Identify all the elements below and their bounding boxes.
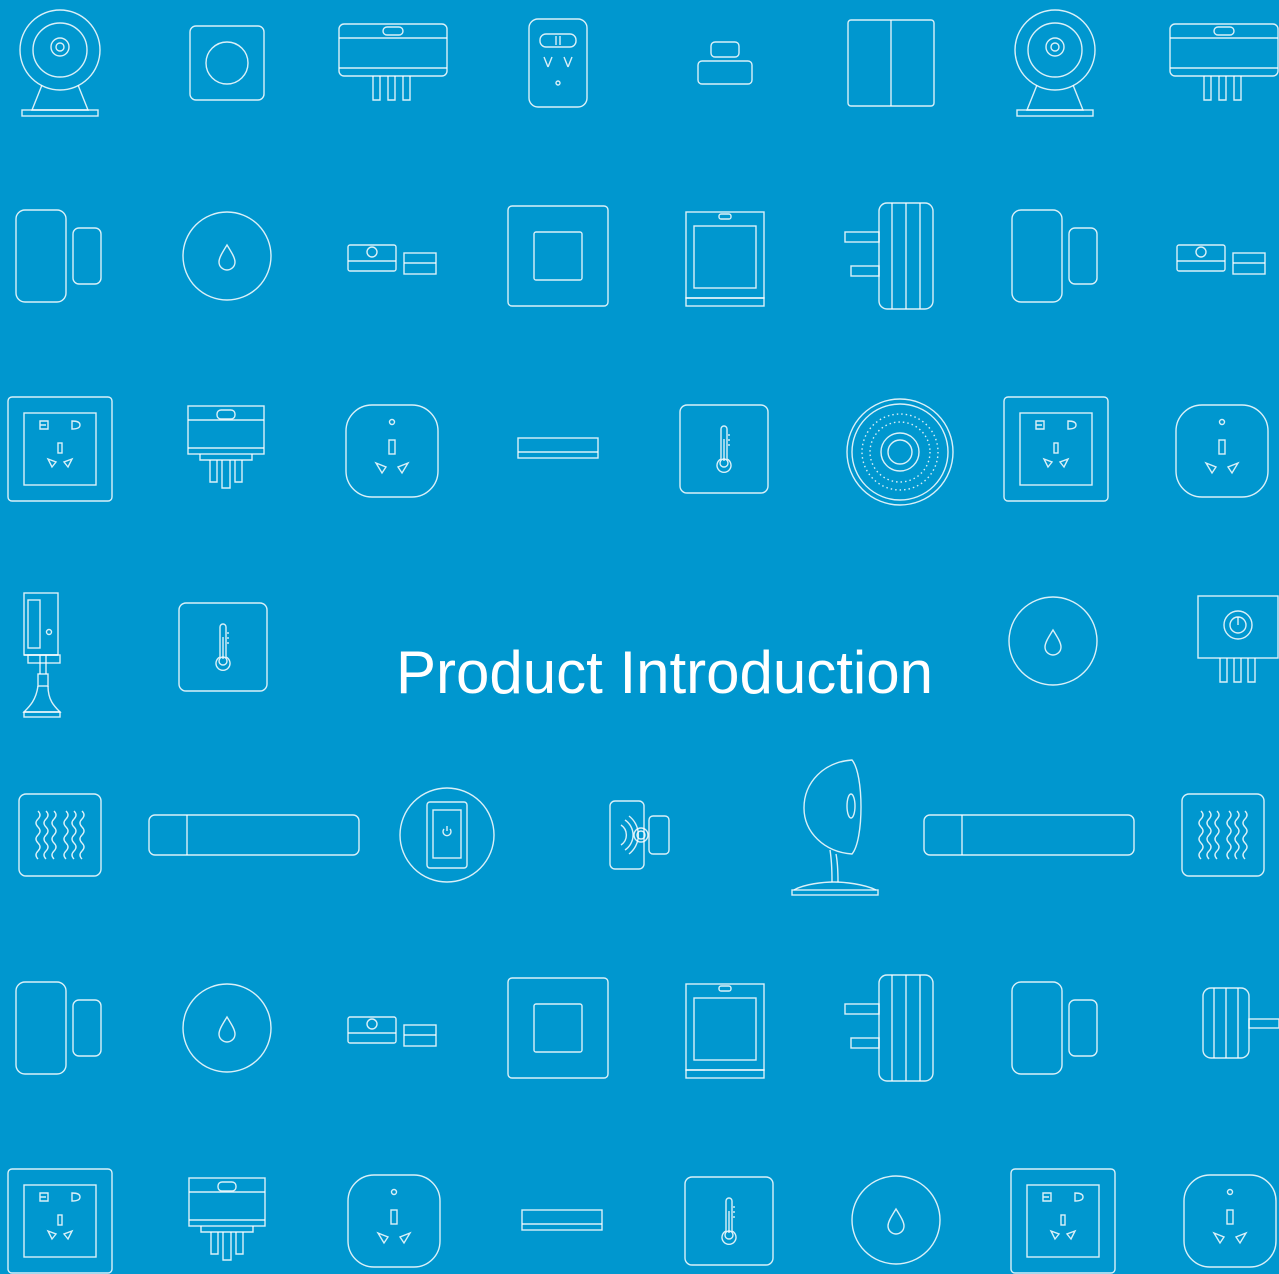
smart-plug-icon xyxy=(345,404,439,498)
side-plug-icon xyxy=(1202,987,1279,1059)
heater-panel-icon xyxy=(1181,793,1265,877)
wall-outlet-icon xyxy=(1003,396,1109,502)
temperature-sensor-icon xyxy=(684,1176,774,1266)
wall-outlet-icon xyxy=(1010,1168,1116,1274)
camera-icon xyxy=(19,9,101,117)
plug-adapter-icon xyxy=(1169,23,1279,101)
smart-plug-icon xyxy=(1175,404,1269,498)
wall-switch-icon xyxy=(507,205,609,307)
water-sensor-icon xyxy=(182,983,272,1073)
plug-adapter-icon xyxy=(338,23,448,101)
signal-sensor-icon xyxy=(609,800,670,870)
heater-panel-icon xyxy=(18,793,102,877)
dome-camera-icon xyxy=(791,759,879,896)
gateway-hub-icon xyxy=(846,398,954,506)
curtain-panel-icon xyxy=(685,983,765,1079)
wall-outlet-icon xyxy=(7,1168,113,1274)
door-sensor-icon xyxy=(1011,209,1098,303)
temperature-sensor-icon xyxy=(679,404,769,494)
switch-double-icon xyxy=(847,19,935,107)
wall-plug-icon xyxy=(844,202,934,310)
smart-plug-icon xyxy=(1183,1174,1277,1268)
water-sensor-icon xyxy=(851,1175,941,1265)
curtain-panel-icon xyxy=(685,211,765,307)
door-sensor-icon xyxy=(15,981,102,1075)
smart-plug-icon xyxy=(347,1174,441,1268)
plug-adapter-icon xyxy=(188,1177,266,1261)
touch-switch-icon xyxy=(399,787,495,883)
strip-sensor-icon xyxy=(517,437,599,459)
camera-icon xyxy=(1014,9,1096,117)
door-sensor-icon xyxy=(1011,981,1098,1075)
light-bar-icon xyxy=(923,814,1135,856)
door-sensor-icon xyxy=(15,209,102,303)
vibration-sensor-icon xyxy=(1176,244,1266,275)
socket-icon xyxy=(528,18,588,108)
switch-single-icon xyxy=(189,25,265,101)
wall-switch-icon xyxy=(507,977,609,1079)
plug-adapter-icon xyxy=(187,405,265,489)
vibration-sensor-icon xyxy=(347,1016,437,1047)
light-bar-icon xyxy=(148,814,360,856)
water-sensor-icon xyxy=(182,211,272,301)
strip-sensor-icon xyxy=(521,1209,603,1231)
wall-plug-icon xyxy=(844,974,934,1082)
motion-sensor-icon xyxy=(697,41,753,85)
vibration-sensor-icon xyxy=(347,244,437,275)
page-title: Product Introduction xyxy=(396,639,933,707)
cover-canvas: Product Introduction xyxy=(0,0,1279,1274)
wall-outlet-icon xyxy=(7,396,113,502)
